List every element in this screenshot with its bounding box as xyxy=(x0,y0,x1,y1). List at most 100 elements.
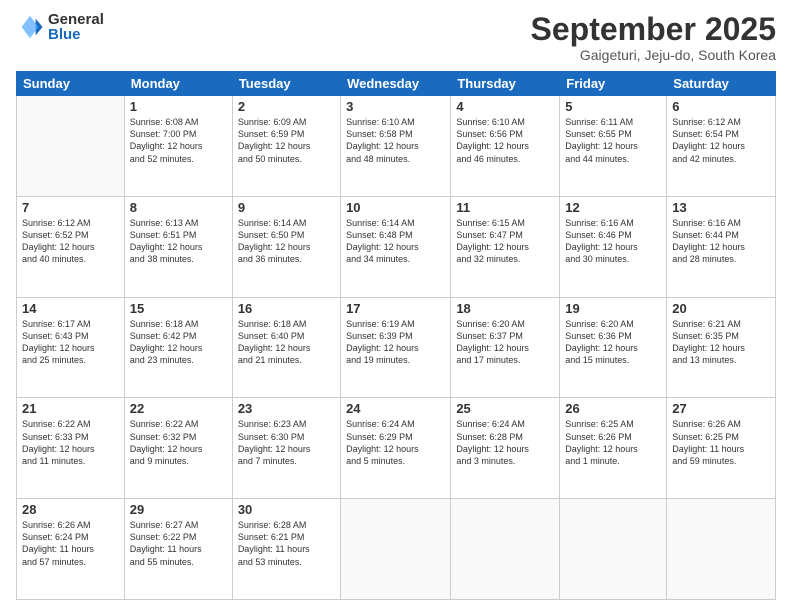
logo-text: General Blue xyxy=(48,12,104,42)
calendar-table: SundayMondayTuesdayWednesdayThursdayFrid… xyxy=(16,71,776,600)
cell-info: Sunrise: 6:11 AM Sunset: 6:55 PM Dayligh… xyxy=(565,116,661,165)
cell-info: Sunrise: 6:25 AM Sunset: 6:26 PM Dayligh… xyxy=(565,418,661,467)
title-section: September 2025 Gaigeturi, Jeju-do, South… xyxy=(531,12,776,63)
calendar-cell: 11Sunrise: 6:15 AM Sunset: 6:47 PM Dayli… xyxy=(451,196,560,297)
cell-info: Sunrise: 6:18 AM Sunset: 6:40 PM Dayligh… xyxy=(238,318,335,367)
day-number: 11 xyxy=(456,200,554,215)
calendar-header-tuesday: Tuesday xyxy=(232,72,340,96)
calendar-cell: 21 Sunrise: 6:22 AM Sunset: 6:33 PM Dayli… xyxy=(17,398,125,499)
day-number: 7 xyxy=(22,200,119,215)
day-number: 12 xyxy=(565,200,661,215)
calendar-cell: 4 Sunrise: 6:10 AM Sunset: 6:56 PM Daylig… xyxy=(451,96,560,197)
calendar-week-5: 28 Sunrise: 6:26 AM Sunset: 6:24 PM Dayli… xyxy=(17,499,776,600)
cell-info: Sunrise: 6:14 AM Sunset: 6:50 PM Dayligh… xyxy=(238,217,335,266)
calendar-cell xyxy=(341,499,451,600)
day-number: 22 xyxy=(130,401,227,416)
calendar-week-3: 14Sunrise: 6:17 AM Sunset: 6:43 PM Dayli… xyxy=(17,297,776,398)
calendar-cell: 26 Sunrise: 6:25 AM Sunset: 6:26 PM Dayli… xyxy=(560,398,667,499)
calendar-body: 1 Sunrise: 6:08 AM Sunset: 7:00 PM Daylig… xyxy=(17,96,776,600)
day-number: 8 xyxy=(130,200,227,215)
cell-info: Sunrise: 6:12 AM Sunset: 6:52 PM Dayligh… xyxy=(22,217,119,266)
calendar-cell: 25 Sunrise: 6:24 AM Sunset: 6:28 PM Dayli… xyxy=(451,398,560,499)
logo: General Blue xyxy=(16,12,104,42)
logo-blue: Blue xyxy=(48,27,104,42)
calendar-cell: 5Sunrise: 6:11 AM Sunset: 6:55 PM Daylig… xyxy=(560,96,667,197)
calendar-cell xyxy=(451,499,560,600)
day-number: 26 xyxy=(565,401,661,416)
calendar-cell: 27 Sunrise: 6:26 AM Sunset: 6:25 PM Dayli… xyxy=(667,398,776,499)
calendar-cell: 12 Sunrise: 6:16 AM Sunset: 6:46 PM Dayli… xyxy=(560,196,667,297)
day-number: 27 xyxy=(672,401,770,416)
cell-info: Sunrise: 6:10 AM Sunset: 6:56 PM Dayligh… xyxy=(456,116,554,165)
calendar-cell: 15 Sunrise: 6:18 AM Sunset: 6:42 PM Dayli… xyxy=(124,297,232,398)
day-number: 28 xyxy=(22,502,119,517)
calendar-cell: 3Sunrise: 6:10 AM Sunset: 6:58 PM Daylig… xyxy=(341,96,451,197)
calendar-cell xyxy=(17,96,125,197)
cell-info: Sunrise: 6:22 AM Sunset: 6:33 PM Dayligh… xyxy=(22,418,119,467)
calendar-header-row: SundayMondayTuesdayWednesdayThursdayFrid… xyxy=(17,72,776,96)
day-number: 15 xyxy=(130,301,227,316)
cell-info: Sunrise: 6:16 AM Sunset: 6:46 PM Dayligh… xyxy=(565,217,661,266)
cell-info: Sunrise: 6:26 AM Sunset: 6:25 PM Dayligh… xyxy=(672,418,770,467)
day-number: 1 xyxy=(130,99,227,114)
day-number: 13 xyxy=(672,200,770,215)
day-number: 24 xyxy=(346,401,445,416)
calendar-cell: 10Sunrise: 6:14 AM Sunset: 6:48 PM Dayli… xyxy=(341,196,451,297)
cell-info: Sunrise: 6:12 AM Sunset: 6:54 PM Dayligh… xyxy=(672,116,770,165)
cell-info: Sunrise: 6:20 AM Sunset: 6:37 PM Dayligh… xyxy=(456,318,554,367)
cell-info: Sunrise: 6:20 AM Sunset: 6:36 PM Dayligh… xyxy=(565,318,661,367)
day-number: 29 xyxy=(130,502,227,517)
day-number: 3 xyxy=(346,99,445,114)
calendar-cell: 18 Sunrise: 6:20 AM Sunset: 6:37 PM Dayli… xyxy=(451,297,560,398)
day-number: 16 xyxy=(238,301,335,316)
calendar-cell: 9 Sunrise: 6:14 AM Sunset: 6:50 PM Daylig… xyxy=(232,196,340,297)
day-number: 2 xyxy=(238,99,335,114)
day-number: 19 xyxy=(565,301,661,316)
calendar-cell: 6 Sunrise: 6:12 AM Sunset: 6:54 PM Daylig… xyxy=(667,96,776,197)
cell-info: Sunrise: 6:08 AM Sunset: 7:00 PM Dayligh… xyxy=(130,116,227,165)
calendar-header-monday: Monday xyxy=(124,72,232,96)
calendar-header-saturday: Saturday xyxy=(667,72,776,96)
cell-info: Sunrise: 6:27 AM Sunset: 6:22 PM Dayligh… xyxy=(130,519,227,568)
cell-info: Sunrise: 6:21 AM Sunset: 6:35 PM Dayligh… xyxy=(672,318,770,367)
month-title: September 2025 xyxy=(531,12,776,47)
calendar-cell: 20 Sunrise: 6:21 AM Sunset: 6:35 PM Dayli… xyxy=(667,297,776,398)
calendar-week-2: 7 Sunrise: 6:12 AM Sunset: 6:52 PM Daylig… xyxy=(17,196,776,297)
calendar-cell: 7 Sunrise: 6:12 AM Sunset: 6:52 PM Daylig… xyxy=(17,196,125,297)
cell-info: Sunrise: 6:19 AM Sunset: 6:39 PM Dayligh… xyxy=(346,318,445,367)
calendar-cell: 23 Sunrise: 6:23 AM Sunset: 6:30 PM Dayli… xyxy=(232,398,340,499)
day-number: 25 xyxy=(456,401,554,416)
header: General Blue September 2025 Gaigeturi, J… xyxy=(16,12,776,63)
page: General Blue September 2025 Gaigeturi, J… xyxy=(0,0,792,612)
logo-icon xyxy=(16,13,44,41)
calendar-cell: 30Sunrise: 6:28 AM Sunset: 6:21 PM Dayli… xyxy=(232,499,340,600)
calendar-cell: 13 Sunrise: 6:16 AM Sunset: 6:44 PM Dayli… xyxy=(667,196,776,297)
cell-info: Sunrise: 6:18 AM Sunset: 6:42 PM Dayligh… xyxy=(130,318,227,367)
cell-info: Sunrise: 6:24 AM Sunset: 6:29 PM Dayligh… xyxy=(346,418,445,467)
calendar-cell: 1 Sunrise: 6:08 AM Sunset: 7:00 PM Daylig… xyxy=(124,96,232,197)
day-number: 30 xyxy=(238,502,335,517)
cell-info: Sunrise: 6:23 AM Sunset: 6:30 PM Dayligh… xyxy=(238,418,335,467)
day-number: 20 xyxy=(672,301,770,316)
day-number: 9 xyxy=(238,200,335,215)
cell-info: Sunrise: 6:14 AM Sunset: 6:48 PM Dayligh… xyxy=(346,217,445,266)
cell-info: Sunrise: 6:09 AM Sunset: 6:59 PM Dayligh… xyxy=(238,116,335,165)
day-number: 6 xyxy=(672,99,770,114)
cell-info: Sunrise: 6:17 AM Sunset: 6:43 PM Dayligh… xyxy=(22,318,119,367)
calendar-cell: 24 Sunrise: 6:24 AM Sunset: 6:29 PM Dayli… xyxy=(341,398,451,499)
calendar-cell xyxy=(560,499,667,600)
cell-info: Sunrise: 6:16 AM Sunset: 6:44 PM Dayligh… xyxy=(672,217,770,266)
cell-info: Sunrise: 6:22 AM Sunset: 6:32 PM Dayligh… xyxy=(130,418,227,467)
calendar-cell: 22 Sunrise: 6:22 AM Sunset: 6:32 PM Dayli… xyxy=(124,398,232,499)
day-number: 4 xyxy=(456,99,554,114)
day-number: 23 xyxy=(238,401,335,416)
day-number: 21 xyxy=(22,401,119,416)
day-number: 18 xyxy=(456,301,554,316)
calendar-cell: 29 Sunrise: 6:27 AM Sunset: 6:22 PM Dayli… xyxy=(124,499,232,600)
calendar-header-friday: Friday xyxy=(560,72,667,96)
calendar-cell: 2 Sunrise: 6:09 AM Sunset: 6:59 PM Daylig… xyxy=(232,96,340,197)
calendar-week-1: 1 Sunrise: 6:08 AM Sunset: 7:00 PM Daylig… xyxy=(17,96,776,197)
cell-info: Sunrise: 6:24 AM Sunset: 6:28 PM Dayligh… xyxy=(456,418,554,467)
cell-info: Sunrise: 6:26 AM Sunset: 6:24 PM Dayligh… xyxy=(22,519,119,568)
calendar-header-thursday: Thursday xyxy=(451,72,560,96)
